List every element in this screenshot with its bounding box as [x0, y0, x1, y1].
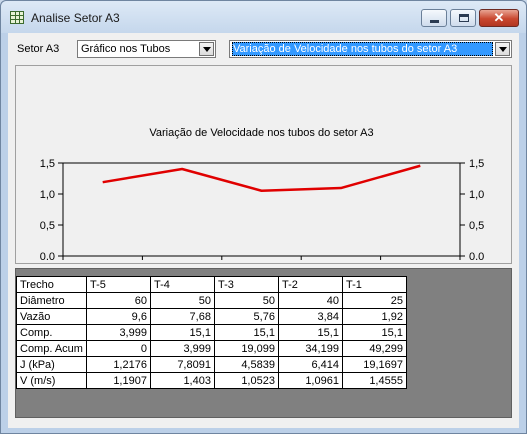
table-cell[interactable]: 15,1 [213, 324, 279, 341]
close-icon: ✕ [493, 10, 505, 25]
table-cell[interactable]: 15,1 [277, 324, 343, 341]
table-cell[interactable]: 5,76 [213, 308, 279, 325]
y-tick-label-left: 0,5 [40, 220, 55, 232]
row-label[interactable]: V (m/s) [16, 372, 87, 389]
minimize-icon [430, 20, 439, 23]
row-label[interactable]: Comp. [16, 324, 87, 341]
table-cell[interactable]: 60 [85, 292, 151, 309]
table-row[interactable]: Diâmetro 60 50 50 40 25 [16, 292, 407, 309]
table-row[interactable]: J (kPa) 1,2176 7,8091 4,5839 6,414 19,1697 [16, 356, 407, 373]
y-tick-label-left: 1,0 [40, 189, 55, 201]
table-cell[interactable]: 1,2176 [85, 356, 151, 373]
table-cell[interactable]: 7,68 [149, 308, 215, 325]
app-window: Analise Setor A3 ✕ Setor A3 Gráfico nos … [0, 0, 527, 434]
variable-selector[interactable]: Variação de Velocidade nos tubos do seto… [229, 40, 512, 58]
maximize-icon [459, 14, 469, 22]
table-header-row: Trecho T-5 T-4 T-3 T-2 T-1 [16, 276, 407, 293]
grid-icon [10, 11, 24, 24]
table-cell[interactable]: 25 [341, 292, 407, 309]
table-cell[interactable]: 6,414 [277, 356, 343, 373]
table-cell[interactable]: 1,4555 [341, 372, 407, 389]
maximize-button[interactable] [450, 9, 476, 27]
column-header[interactable]: T-2 [277, 276, 343, 293]
row-label[interactable]: Diâmetro [16, 292, 87, 309]
table-cell[interactable]: 3,999 [85, 324, 151, 341]
column-header[interactable]: T-3 [213, 276, 279, 293]
chevron-down-icon[interactable] [199, 42, 214, 56]
table-cell[interactable]: 15,1 [149, 324, 215, 341]
minimize-button[interactable] [421, 9, 447, 27]
table-cell[interactable]: 7,8091 [149, 356, 215, 373]
y-tick-label-right: 0,5 [469, 220, 484, 232]
row-label[interactable]: Comp. Acum [16, 340, 87, 357]
close-button[interactable]: ✕ [479, 9, 519, 27]
plot-area [62, 162, 461, 257]
table-cell[interactable]: 1,92 [341, 308, 407, 325]
row-label[interactable]: J (kPa) [16, 356, 87, 373]
chevron-down-icon[interactable] [495, 42, 510, 56]
velocity-chart: Variação de Velocidade nos tubos do seto… [40, 127, 484, 260]
column-header-trecho[interactable]: Trecho [16, 276, 87, 293]
column-header[interactable]: T-4 [149, 276, 215, 293]
table-row[interactable]: Comp. Acum 0 3,999 19,099 34,199 49,299 [16, 340, 407, 357]
chart-title: Variação de Velocidade nos tubos do seto… [149, 127, 373, 139]
chart-panel: Variação de Velocidade nos tubos do seto… [19, 69, 508, 260]
chart-frame: Variação de Velocidade nos tubos do seto… [15, 65, 512, 264]
table-cell[interactable]: 1,0961 [277, 372, 343, 389]
table-cell[interactable]: 50 [213, 292, 279, 309]
setor-label: Setor A3 [17, 43, 60, 55]
table-row[interactable]: Vazão 9,6 7,68 5,76 3,84 1,92 [16, 308, 407, 325]
table-cell[interactable]: 19,099 [213, 340, 279, 357]
table-cell[interactable]: 49,299 [341, 340, 407, 357]
y-tick-label-right: 0,0 [469, 251, 484, 260]
y-tick-label-right: 1,5 [469, 158, 484, 170]
table-cell[interactable]: 1,0523 [213, 372, 279, 389]
table-cell[interactable]: 0 [85, 340, 151, 357]
y-tick-label-left: 0,0 [40, 251, 55, 260]
y-tick-label-right: 1,0 [469, 189, 484, 201]
table-cell[interactable]: 3,84 [277, 308, 343, 325]
y-tick-label-left: 1,5 [40, 158, 55, 170]
variable-selector-value: Variação de Velocidade nos tubos do seto… [233, 43, 458, 55]
table-cell[interactable]: 34,199 [277, 340, 343, 357]
table-cell[interactable]: 1,403 [149, 372, 215, 389]
table-cell[interactable]: 9,6 [85, 308, 151, 325]
table-cell[interactable]: 15,1 [341, 324, 407, 341]
table-row[interactable]: V (m/s) 1,1907 1,403 1,0523 1,0961 1,4555 [16, 372, 407, 389]
table-cell[interactable]: 40 [277, 292, 343, 309]
title-bar[interactable]: Analise Setor A3 ✕ [1, 1, 526, 33]
column-header[interactable]: T-1 [341, 276, 407, 293]
column-header[interactable]: T-5 [85, 276, 151, 293]
window-title: Analise Setor A3 [31, 11, 120, 25]
table-cell[interactable]: 50 [149, 292, 215, 309]
data-table[interactable]: Trecho T-5 T-4 T-3 T-2 T-1 Diâmetro 60 50 50 40 25 V… [16, 276, 407, 389]
table-row[interactable]: Comp. 3,999 15,1 15,1 15,1 15,1 [16, 324, 407, 341]
table-cell[interactable]: 4,5839 [213, 356, 279, 373]
table-cell[interactable]: 3,999 [149, 340, 215, 357]
table-cell[interactable]: 1,1907 [85, 372, 151, 389]
row-label[interactable]: Vazão [16, 308, 87, 325]
view-selector[interactable]: Gráfico nos Tubos [77, 40, 216, 58]
client-area: Setor A3 Gráfico nos Tubos Variação de V… [8, 33, 519, 428]
table-cell[interactable]: 19,1697 [341, 356, 407, 373]
view-selector-value: Gráfico nos Tubos [81, 43, 171, 55]
